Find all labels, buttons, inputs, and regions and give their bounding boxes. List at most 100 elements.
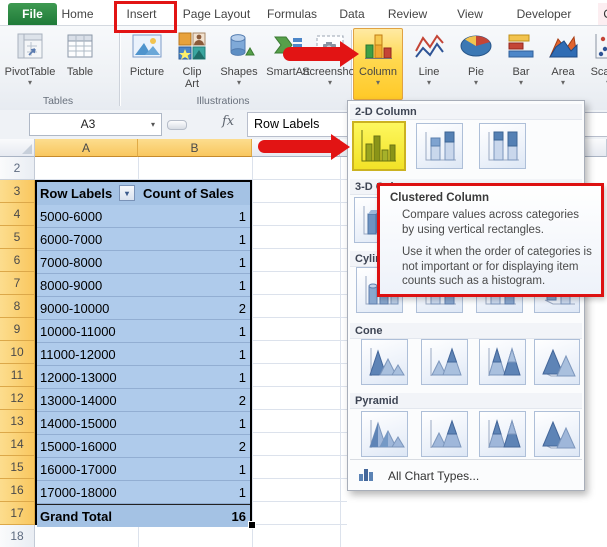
pyramid-option[interactable] xyxy=(361,411,408,457)
column-label: Column xyxy=(359,66,397,78)
bin-cell[interactable]: 9000-10000 xyxy=(37,297,140,320)
picture-button[interactable]: Picture xyxy=(124,28,170,98)
count-cell[interactable]: 1 xyxy=(138,412,250,435)
bin-cell[interactable]: 7000-8000 xyxy=(37,251,140,274)
insert-function-icon[interactable]: fx xyxy=(222,114,246,129)
arrow-to-clustered-option xyxy=(258,140,332,153)
count-cell[interactable]: 2 xyxy=(138,435,250,458)
shapes-button[interactable]: Shapes ▾ xyxy=(214,28,264,98)
tab-view[interactable]: View xyxy=(449,3,491,25)
count-cell[interactable]: 2 xyxy=(138,389,250,412)
row-header-2[interactable]: 2 xyxy=(0,157,35,180)
name-box-dropdown-icon[interactable]: ▾ xyxy=(145,113,162,136)
count-cell[interactable]: 2 xyxy=(138,297,250,320)
tab-formulas[interactable]: Formulas xyxy=(262,3,322,25)
area-chart-button[interactable]: Area ▾ xyxy=(543,28,583,98)
row-header-4[interactable]: 4 xyxy=(0,203,35,226)
row-header-5[interactable]: 5 xyxy=(0,226,35,249)
bin-cell[interactable]: 8000-9000 xyxy=(37,274,140,297)
bin-cell[interactable]: 15000-16000 xyxy=(37,435,140,458)
count-cell[interactable]: 1 xyxy=(138,228,250,251)
row-header-10[interactable]: 10 xyxy=(0,341,35,364)
filter-dropdown-icon[interactable]: ▾ xyxy=(119,185,135,201)
tab-home[interactable]: Home xyxy=(59,3,96,25)
row-header-8[interactable]: 8 xyxy=(0,295,35,318)
stacked-100-column-option[interactable] xyxy=(479,123,526,169)
row-header-12[interactable]: 12 xyxy=(0,387,35,410)
count-cell[interactable]: 1 xyxy=(138,320,250,343)
tab-review[interactable]: Review xyxy=(380,3,435,25)
select-all-corner[interactable] xyxy=(0,139,35,157)
clip-art-button[interactable]: Clip Art xyxy=(172,28,212,98)
bin-cell[interactable]: 14000-15000 xyxy=(37,412,140,435)
row-header-17[interactable]: 17 xyxy=(0,502,35,525)
row-header-11[interactable]: 11 xyxy=(0,364,35,387)
table-row: 9000-10000 2 xyxy=(37,297,250,320)
tab-developer[interactable]: Developer xyxy=(508,3,580,25)
cone-option[interactable] xyxy=(421,339,468,385)
column-header-b[interactable]: B xyxy=(138,139,252,157)
bin-cell[interactable]: 11000-12000 xyxy=(37,343,140,366)
arrow-to-column-button-head xyxy=(340,41,359,67)
clustered-column-option[interactable] xyxy=(352,121,406,171)
row-header-3[interactable]: 3 xyxy=(0,180,35,203)
row-header-7[interactable]: 7 xyxy=(0,272,35,295)
count-cell[interactable]: 1 xyxy=(138,274,250,297)
tab-page-layout[interactable]: Page Layout xyxy=(181,3,252,25)
pyramid-option[interactable] xyxy=(479,411,526,457)
pivot-header-count[interactable]: Count of Sales xyxy=(140,182,251,205)
table-button[interactable]: Table xyxy=(58,28,102,98)
row-header-18[interactable]: 18 xyxy=(0,525,35,547)
bin-cell[interactable]: 6000-7000 xyxy=(37,228,140,251)
row-header-13[interactable]: 13 xyxy=(0,410,35,433)
name-box[interactable]: A3 xyxy=(29,113,147,136)
line-chart-button[interactable]: Line ▾ xyxy=(407,28,451,98)
pyramid-option[interactable] xyxy=(534,411,580,457)
cone-option[interactable] xyxy=(361,339,408,385)
row-header-9[interactable]: 9 xyxy=(0,318,35,341)
bin-cell[interactable]: 5000-6000 xyxy=(37,205,140,228)
count-cell[interactable]: 1 xyxy=(138,205,250,228)
column-header-a[interactable]: A xyxy=(35,139,138,157)
tab-file[interactable]: File xyxy=(8,3,57,25)
table-row: 14000-15000 1 xyxy=(37,412,250,435)
scatter-chart-button[interactable]: Scatter ▾ xyxy=(585,28,607,98)
bin-cell[interactable]: 16000-17000 xyxy=(37,458,140,481)
pivot-header-row: Row Labels ▾ Count of Sales xyxy=(37,182,250,205)
section-pyramid: Pyramid xyxy=(350,393,582,409)
bin-cell[interactable]: 13000-14000 xyxy=(37,389,140,412)
count-cell[interactable]: 1 xyxy=(138,366,250,389)
grand-total-value[interactable]: 16 xyxy=(138,505,250,528)
all-chart-types-item[interactable]: All Chart Types... xyxy=(348,461,584,490)
column-chart-button[interactable]: Column ▾ xyxy=(353,28,403,100)
bin-cell[interactable]: 10000-11000 xyxy=(37,320,140,343)
table-row: 5000-6000 1 xyxy=(37,205,250,228)
section-cone: Cone xyxy=(350,323,582,339)
bar-chart-button[interactable]: Bar ▾ xyxy=(500,28,542,98)
tab-data[interactable]: Data xyxy=(333,3,371,25)
count-cell[interactable]: 1 xyxy=(138,251,250,274)
count-cell[interactable]: 1 xyxy=(138,481,250,504)
pyramid-option[interactable] xyxy=(421,411,468,457)
row-header-6[interactable]: 6 xyxy=(0,249,35,272)
cone-option[interactable] xyxy=(534,339,580,385)
picture-label: Picture xyxy=(129,66,165,78)
cone-option[interactable] xyxy=(479,339,526,385)
bin-cell[interactable]: 12000-13000 xyxy=(37,366,140,389)
row-header-14[interactable]: 14 xyxy=(0,433,35,456)
row-header-16[interactable]: 16 xyxy=(0,479,35,502)
row-header-15[interactable]: 15 xyxy=(0,456,35,479)
column-chart-icon xyxy=(363,29,393,66)
tooltip-title: Clustered Column xyxy=(390,192,490,204)
stacked-column-option[interactable] xyxy=(416,123,463,169)
pivot-header-row-labels[interactable]: Row Labels xyxy=(37,182,122,205)
pie-label: Pie xyxy=(468,66,484,78)
count-cell[interactable]: 1 xyxy=(138,343,250,366)
pivottable-button[interactable]: PivotTable ▾ xyxy=(4,28,56,98)
grand-total-label[interactable]: Grand Total xyxy=(37,505,140,528)
fill-handle[interactable] xyxy=(248,521,256,529)
count-cell[interactable]: 1 xyxy=(138,458,250,481)
bin-cell[interactable]: 17000-18000 xyxy=(37,481,140,504)
tab-options-partial[interactable]: O xyxy=(598,3,607,25)
pie-chart-button[interactable]: Pie ▾ xyxy=(455,28,497,98)
